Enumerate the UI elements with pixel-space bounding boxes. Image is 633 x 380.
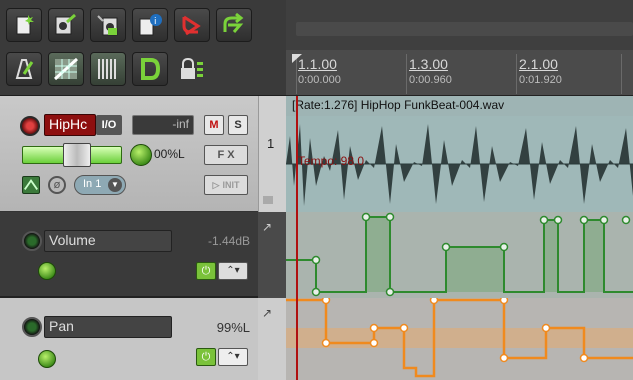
envelope-mode-dropdown[interactable]: ⌃▾ [218, 348, 248, 366]
ruler-bar-label: 1.1.00 [298, 56, 337, 72]
envelope-strip: ↗ [258, 212, 286, 298]
envelope-icon [24, 179, 38, 190]
volume-fader[interactable] [22, 143, 122, 167]
folder-icon [263, 196, 273, 204]
chevron-down-icon: ▼ [108, 178, 122, 192]
ruler-time-label: 0:00.960 [409, 74, 452, 86]
mute-button[interactable]: M [204, 115, 224, 135]
open-project-button[interactable] [48, 8, 84, 42]
power-icon: ⏻ [201, 350, 211, 363]
phase-invert-button[interactable]: ø [48, 176, 66, 194]
timeline-ruler[interactable]: 1.1.00 0:00.000 1.3.00 0:00.960 2.1.00 0… [286, 50, 633, 96]
svg-text:i: i [154, 17, 157, 27]
snap-grid-icon [53, 57, 79, 81]
ruler-time-label: 0:01.920 [519, 74, 562, 86]
ruler-mark: 1.3.00 0:00.960 [409, 56, 452, 86]
ripple-edit-button[interactable] [132, 52, 168, 86]
tempo-marker-label: Tempo: 98.0 [298, 154, 365, 168]
volume-readout: -inf [132, 115, 194, 135]
monitor-mode-label: INIT [222, 180, 240, 190]
envelope-value: 99%L [216, 320, 250, 335]
envelope-knob[interactable] [38, 262, 56, 280]
pan-envelope-lane[interactable] [286, 295, 633, 380]
media-item-title[interactable]: [Rate:1.276] HipHop FunkBeat-004.wav [286, 96, 633, 116]
project-info-button[interactable]: i [132, 8, 168, 42]
envelope-bypass-button[interactable]: ⏻ [196, 262, 216, 280]
edit-cursor-flag-icon [292, 54, 302, 63]
lock-button[interactable] [174, 52, 210, 86]
power-icon: ⏻ [201, 264, 211, 277]
ruler-bar-label: 2.1.00 [519, 56, 558, 72]
track-control-panel: HipHc I/O -inf M S 00%L F X ø In 1 ▼ ▷ I… [0, 96, 258, 212]
arrange-view[interactable]: [Rate:1.276] HipHop FunkBeat-004.wav Tem… [286, 96, 633, 380]
project-info-icon: i [139, 14, 162, 36]
envelope-arm-button[interactable] [22, 317, 42, 337]
ruler-time-label: 0:00.000 [298, 74, 341, 86]
pan-envelope-panel: Pan 99%L ⏻ ⌃▾ [0, 298, 258, 380]
new-project-button[interactable] [6, 8, 42, 42]
record-arm-button[interactable] [20, 116, 40, 136]
volume-envelope-panel: Volume -1.44dB ⏻ ⌃▾ [0, 212, 258, 298]
volume-fader-thumb[interactable] [63, 143, 91, 167]
playhead-cursor[interactable] [296, 96, 298, 380]
envelope-name: Volume [44, 230, 172, 252]
save-project-icon [97, 15, 118, 36]
grid-lines-icon [98, 59, 116, 79]
volume-envelope-lane[interactable] [286, 212, 633, 298]
envelope-toggle-button[interactable] [22, 176, 40, 194]
pan-readout: 00%L [154, 147, 185, 161]
pan-envelope-curve [286, 295, 633, 378]
envelope-mode-dropdown[interactable]: ⌃▾ [218, 262, 248, 280]
undo-icon [182, 15, 201, 36]
solo-button[interactable]: S [228, 115, 248, 135]
envelope-value: -1.44dB [207, 234, 250, 248]
envelope-strip: ↗ [258, 298, 286, 380]
input-select[interactable]: In 1 ▼ [74, 175, 126, 195]
fx-button[interactable]: F X [204, 145, 248, 165]
main-toolbar: i [0, 0, 286, 96]
snap-grid-button[interactable] [48, 52, 84, 86]
envelope-arm-button[interactable] [22, 231, 42, 251]
save-project-button[interactable] [90, 8, 126, 42]
redo-icon [223, 12, 244, 33]
resize-arrow-icon: ↗ [262, 306, 273, 320]
input-select-value: In 1 [83, 178, 102, 190]
open-project-icon [55, 13, 76, 35]
envelope-knob[interactable] [38, 350, 56, 368]
envelope-bypass-button[interactable]: ⏻ [196, 348, 216, 366]
redo-button[interactable] [216, 8, 252, 42]
track-name-field[interactable]: HipHc [44, 114, 96, 136]
track-number-strip: 1 [258, 96, 286, 212]
track-number: 1 [267, 136, 275, 151]
metronome-button[interactable] [6, 52, 42, 86]
envelope-name: Pan [44, 316, 172, 338]
undo-button[interactable] [174, 8, 210, 42]
lock-icon [181, 57, 203, 79]
grid-lines-button[interactable] [90, 52, 126, 86]
envelope-shape-icon: ⌃▾ [226, 265, 240, 276]
volume-envelope-curve [286, 212, 633, 297]
media-item-waveform[interactable]: Tempo: 98.0 [286, 116, 633, 212]
horizontal-scrollbar[interactable] [296, 22, 633, 36]
monitor-mode-button[interactable]: ▷ INIT [204, 175, 248, 195]
pan-knob[interactable] [130, 144, 152, 166]
envelope-shape-icon: ⌃▾ [226, 351, 240, 362]
io-routing-button[interactable]: I/O [96, 115, 122, 135]
ruler-mark: 1.1.00 0:00.000 [298, 56, 341, 86]
new-project-icon [16, 15, 34, 35]
ripple-edit-icon [141, 58, 161, 80]
resize-arrow-icon: ↗ [262, 220, 273, 234]
metronome-icon [15, 59, 34, 79]
ruler-bar-label: 1.3.00 [409, 56, 448, 72]
ruler-mark: 2.1.00 0:01.920 [519, 56, 562, 86]
